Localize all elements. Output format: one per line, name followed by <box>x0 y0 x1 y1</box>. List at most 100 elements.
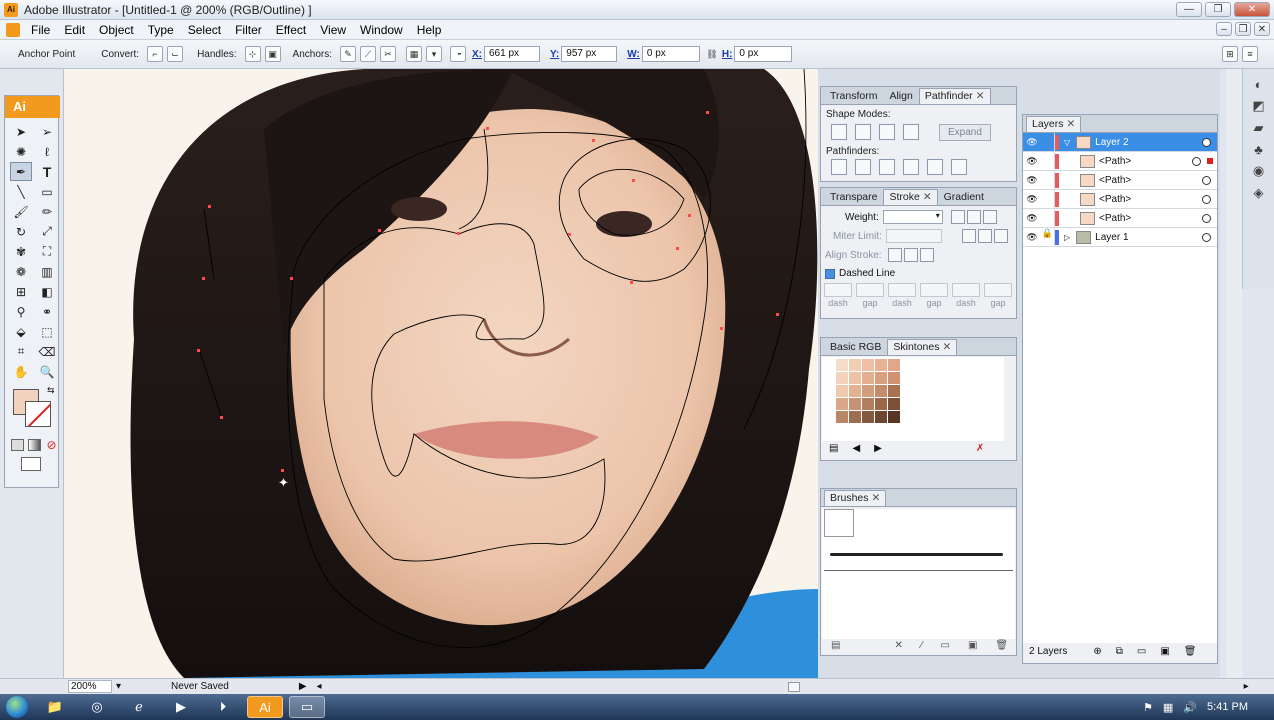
network-icon[interactable]: ▦ <box>1163 701 1173 714</box>
skintone-swatch[interactable] <box>875 359 887 371</box>
skintone-swatch[interactable] <box>836 372 848 384</box>
visibility-eye-icon[interactable]: 👁 <box>1023 137 1041 148</box>
link-icon[interactable]: ⛓ <box>706 46 717 62</box>
brush-options-icon[interactable]: ⁄ <box>921 640 923 651</box>
scroll-right-icon[interactable]: ▸ <box>1244 681 1249 692</box>
layer-row-path-2[interactable]: 👁 <Path> <box>1023 170 1217 190</box>
join-round-icon[interactable] <box>977 229 992 243</box>
gradient-panel-icon[interactable]: ▰ <box>1254 120 1264 136</box>
layer-row-layer1[interactable]: 👁 🔒 ▷ Layer 1 <box>1023 227 1217 247</box>
skintone-swatch[interactable] <box>875 372 887 384</box>
free-transform-tool-icon[interactable]: ⛶ <box>36 242 58 261</box>
zoom-tool-icon[interactable]: 🔍 <box>36 362 58 381</box>
skintone-swatch[interactable] <box>875 398 887 410</box>
tab-transform[interactable]: Transform <box>824 88 883 104</box>
status-next-icon[interactable]: ▶ <box>299 681 307 692</box>
align-center-icon[interactable] <box>887 248 902 262</box>
join-miter-icon[interactable] <box>961 229 976 243</box>
line-tool-icon[interactable]: ╲ <box>10 182 32 201</box>
path-name[interactable]: <Path> <box>1099 156 1131 167</box>
miter-field[interactable] <box>885 229 942 243</box>
rectangle-tool-icon[interactable]: ▭ <box>36 182 58 201</box>
graph-tool-icon[interactable]: ▥ <box>36 262 58 281</box>
skintone-swatch[interactable] <box>888 372 900 384</box>
skintone-swatch[interactable] <box>836 359 848 371</box>
mesh-tool-icon[interactable]: ⊞ <box>10 282 32 301</box>
doc-restore-button[interactable]: ❐ <box>1235 22 1251 36</box>
symbols-panel-icon[interactable]: ◈ <box>1254 185 1264 201</box>
fill-stroke-swatches[interactable]: ⇆ <box>11 385 58 435</box>
path-name[interactable]: <Path> <box>1099 213 1131 224</box>
panel-menu-icon[interactable]: ≡ <box>1242 46 1258 62</box>
layer-row-path-4[interactable]: 👁 <Path> <box>1023 208 1217 228</box>
lock-icon[interactable]: 🔒 <box>1041 227 1055 247</box>
calligraphic-brush-swatch[interactable] <box>824 509 854 537</box>
join-bevel-icon[interactable] <box>993 229 1008 243</box>
type-tool-icon[interactable]: T <box>36 162 58 181</box>
outline-icon[interactable] <box>927 159 943 175</box>
menu-object[interactable]: Object <box>92 23 141 37</box>
window-task-icon[interactable]: ▭ <box>289 696 325 718</box>
symbol-sprayer-tool-icon[interactable]: ❁ <box>10 262 32 281</box>
cap-square-icon[interactable] <box>982 210 997 224</box>
artboard-canvas[interactable]: ✦ <box>64 69 818 678</box>
exclude-icon[interactable] <box>903 124 919 140</box>
explorer-icon[interactable]: 📁 <box>37 696 73 718</box>
new-brush-icon[interactable]: ▣ <box>968 640 977 651</box>
expand-button[interactable]: Expand <box>939 123 991 141</box>
skintone-swatch[interactable] <box>836 398 848 410</box>
pencil-tool-icon[interactable]: ✏ <box>36 202 58 221</box>
menu-file[interactable]: File <box>24 23 57 37</box>
tab-brushes[interactable]: Brushes ✕ <box>824 490 887 506</box>
target-circle-icon[interactable] <box>1202 194 1211 204</box>
screen-mode-icon[interactable] <box>21 457 41 471</box>
align-inside-icon[interactable] <box>903 248 918 262</box>
convert-smooth-icon[interactable]: ⌙ <box>167 46 184 62</box>
horizontal-scroll-thumb[interactable] <box>787 681 800 692</box>
intersect-icon[interactable] <box>879 124 895 140</box>
close-button[interactable]: ✕ <box>1234 2 1270 17</box>
blend-tool-icon[interactable]: ⚭ <box>36 302 58 321</box>
skintone-swatch[interactable] <box>862 398 874 410</box>
volume-icon[interactable]: 🔊 <box>1183 701 1197 714</box>
skintone-swatch[interactable] <box>875 385 887 397</box>
hand-tool-icon[interactable]: ✋ <box>10 362 32 381</box>
crop-icon[interactable] <box>903 159 919 175</box>
zoom-dropdown-icon[interactable]: ▾ <box>116 681 121 692</box>
graphic-styles-icon[interactable]: ♣ <box>1254 142 1263 157</box>
maximize-button[interactable]: ❐ <box>1205 2 1231 17</box>
doc-minimize-button[interactable]: – <box>1216 22 1232 36</box>
tab-align[interactable]: Align <box>883 88 918 104</box>
ie-icon[interactable]: ℯ <box>121 696 157 718</box>
expand-triangle-icon[interactable]: ▽ <box>1064 138 1070 147</box>
next-library-icon[interactable]: ▶ <box>874 443 882 454</box>
skintone-swatch[interactable] <box>849 359 861 371</box>
menu-select[interactable]: Select <box>181 23 228 37</box>
skintone-swatch[interactable] <box>875 411 887 423</box>
minus-front-icon[interactable] <box>855 124 871 140</box>
swap-icon[interactable]: ⇆ <box>47 385 55 396</box>
scale-tool-icon[interactable]: ⤢ <box>36 222 58 241</box>
tab-basic-rgb[interactable]: Basic RGB <box>824 339 887 355</box>
gap-field-2[interactable] <box>920 283 948 297</box>
remove-anchor-icon[interactable]: ✎ <box>340 46 356 62</box>
connect-anchor-icon[interactable]: ⟋ <box>360 46 376 62</box>
locate-object-icon[interactable]: ⊕ <box>1093 646 1101 657</box>
target-circle-icon[interactable] <box>1192 156 1201 166</box>
pen-tool-icon[interactable]: ✒ <box>10 162 32 181</box>
remove-swatch-icon[interactable]: ✗ <box>976 443 984 454</box>
menu-effect[interactable]: Effect <box>269 23 313 37</box>
skintone-swatch[interactable] <box>862 372 874 384</box>
new-sublayer-icon[interactable]: ▭ <box>1137 646 1146 657</box>
skintone-swatch[interactable] <box>888 411 900 423</box>
cap-butt-icon[interactable] <box>950 210 965 224</box>
tab-pathfinder[interactable]: Pathfinder ✕ <box>918 88 991 104</box>
delete-brush-icon[interactable]: 🗑 <box>995 640 1008 651</box>
menu-filter[interactable]: Filter <box>228 23 269 37</box>
color-panel-icon[interactable]: ◐ <box>1255 77 1263 92</box>
color-guide-icon[interactable]: ◩ <box>1252 98 1264 114</box>
live-paint-tool-icon[interactable]: ⬙ <box>10 322 32 341</box>
y-field[interactable]: 957 px <box>561 46 618 62</box>
new-layer-icon[interactable]: ▣ <box>1160 646 1169 657</box>
tab-gradient[interactable]: Gradient <box>938 189 990 205</box>
